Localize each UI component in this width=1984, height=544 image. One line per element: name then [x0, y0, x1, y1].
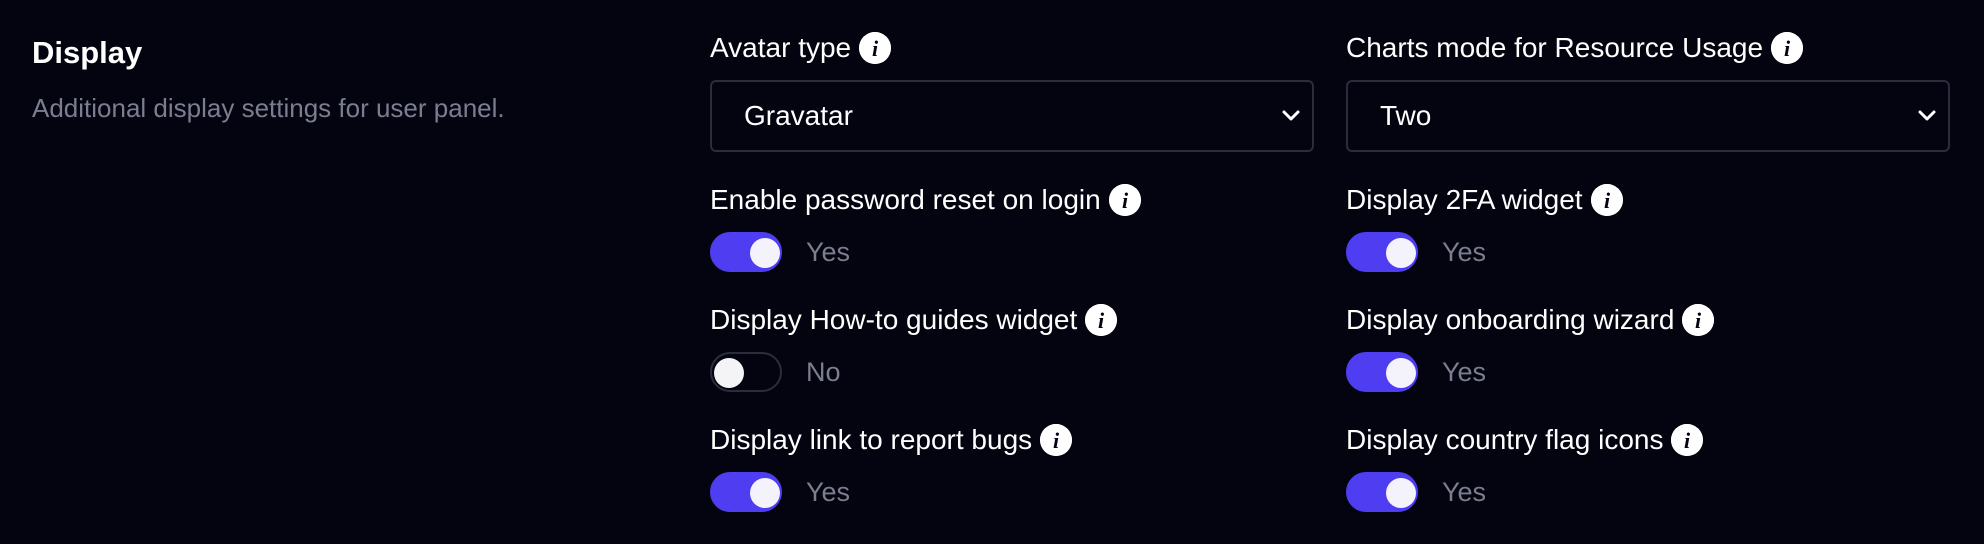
toggle-knob — [714, 358, 744, 388]
svg-text:i: i — [1695, 308, 1702, 333]
report-bugs-label-row: Display link to report bugs i — [710, 423, 1073, 457]
toggle-knob — [1386, 238, 1416, 268]
password-reset-label: Enable password reset on login — [710, 184, 1101, 215]
info-icon[interactable]: i — [1590, 184, 1623, 216]
twofa-widget-label: Display 2FA widget — [1346, 184, 1583, 215]
svg-text:i: i — [1098, 308, 1105, 333]
avatar-type-select[interactable]: Gravatar — [710, 80, 1314, 152]
charts-mode-label-row: Charts mode for Resource Usage i — [1346, 31, 1804, 65]
info-icon[interactable]: i — [1771, 32, 1804, 64]
howto-widget-state: No — [806, 357, 841, 387]
onboarding-wizard-label: Display onboarding wizard — [1346, 304, 1675, 335]
svg-text:i: i — [1784, 36, 1791, 61]
svg-text:i: i — [1604, 188, 1611, 213]
charts-mode-select[interactable]: Two — [1346, 80, 1950, 152]
charts-mode-label: Charts mode for Resource Usage — [1346, 32, 1764, 63]
svg-text:i: i — [1122, 188, 1129, 213]
svg-text:i: i — [872, 36, 879, 61]
display-settings-panel: Display Additional display settings for … — [0, 0, 1984, 544]
toggle-knob — [750, 238, 780, 268]
onboarding-wizard-toggle[interactable] — [1346, 352, 1418, 392]
section-title: Display — [32, 35, 143, 70]
twofa-widget-toggle-row: Yes — [1346, 231, 1486, 273]
country-flags-toggle-row: Yes — [1346, 471, 1486, 513]
report-bugs-label: Display link to report bugs — [710, 424, 1033, 455]
section-description: Additional display settings for user pan… — [32, 93, 505, 123]
toggle-knob — [1386, 358, 1416, 388]
svg-text:i: i — [1053, 428, 1060, 453]
howto-widget-label: Display How-to guides widget — [710, 304, 1078, 335]
toggle-knob — [1386, 478, 1416, 508]
avatar-type-label: Avatar type — [710, 32, 852, 63]
howto-widget-toggle[interactable] — [710, 352, 782, 392]
country-flags-label: Display country flag icons — [1346, 424, 1664, 455]
country-flags-toggle[interactable] — [1346, 472, 1418, 512]
report-bugs-state: Yes — [806, 477, 851, 507]
info-icon[interactable]: i — [1040, 424, 1073, 456]
report-bugs-toggle[interactable] — [710, 472, 782, 512]
info-icon[interactable]: i — [1108, 184, 1141, 216]
info-icon[interactable]: i — [1671, 424, 1704, 456]
onboarding-wizard-toggle-row: Yes — [1346, 351, 1486, 393]
password-reset-toggle[interactable] — [710, 232, 782, 272]
charts-mode-selected-value: Two — [1380, 100, 1432, 131]
country-flags-label-row: Display country flag icons i — [1346, 423, 1704, 457]
country-flags-state: Yes — [1442, 477, 1487, 507]
avatar-type-label-row: Avatar type i — [710, 31, 892, 65]
onboarding-wizard-label-row: Display onboarding wizard i — [1346, 303, 1715, 337]
info-icon[interactable]: i — [1085, 304, 1118, 336]
section-header: Display Additional display settings for … — [32, 34, 652, 124]
howto-widget-label-row: Display How-to guides widget i — [710, 303, 1118, 337]
password-reset-state: Yes — [806, 237, 851, 267]
chevron-down-icon — [1282, 110, 1300, 121]
info-icon[interactable]: i — [859, 32, 892, 64]
avatar-type-selected-value: Gravatar — [744, 100, 853, 131]
onboarding-wizard-state: Yes — [1442, 357, 1487, 387]
howto-widget-toggle-row: No — [710, 351, 841, 393]
svg-text:i: i — [1684, 428, 1691, 453]
report-bugs-toggle-row: Yes — [710, 471, 850, 513]
twofa-widget-toggle[interactable] — [1346, 232, 1418, 272]
chevron-down-icon — [1918, 110, 1936, 121]
twofa-widget-label-row: Display 2FA widget i — [1346, 183, 1623, 217]
twofa-widget-state: Yes — [1442, 237, 1487, 267]
toggle-knob — [750, 478, 780, 508]
password-reset-toggle-row: Yes — [710, 231, 850, 273]
info-icon[interactable]: i — [1682, 304, 1715, 336]
password-reset-label-row: Enable password reset on login i — [710, 183, 1141, 217]
